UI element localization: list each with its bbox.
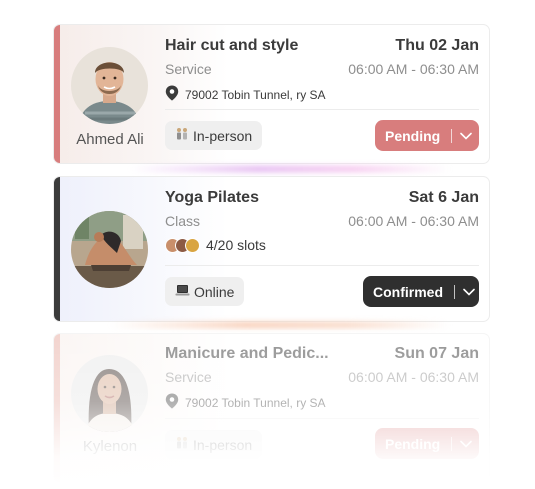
booking-date: Sun 07 Jan bbox=[394, 345, 479, 362]
booking-title: Yoga Pilates bbox=[165, 189, 259, 206]
chevron-down-icon[interactable] bbox=[462, 276, 479, 307]
card-glow bbox=[110, 322, 450, 328]
chevron-down-icon[interactable] bbox=[460, 428, 479, 459]
class-image bbox=[71, 211, 148, 288]
booking-time: 06:00 AM - 06:30 AM bbox=[348, 61, 479, 77]
booking-title: Manicure and Pedic... bbox=[165, 345, 329, 362]
mode-chip: In-person bbox=[165, 430, 263, 459]
booking-title: Hair cut and style bbox=[165, 37, 299, 54]
location-pin-icon bbox=[165, 393, 179, 412]
booking-date: Sat 6 Jan bbox=[408, 189, 479, 206]
status-dropdown[interactable]: Pending bbox=[375, 120, 479, 151]
person-name: Ahmed Ali bbox=[76, 131, 144, 148]
booking-type: Service bbox=[165, 61, 212, 77]
status-accent-bar bbox=[54, 177, 60, 321]
slots-count: 4/20 slots bbox=[206, 237, 266, 253]
attendee-avatar bbox=[185, 237, 200, 253]
booking-type: Service bbox=[165, 369, 212, 385]
status-separator bbox=[451, 128, 453, 143]
booking-date: Thu 02 Jan bbox=[395, 37, 479, 54]
location-pin-icon bbox=[165, 85, 179, 104]
card-glow bbox=[130, 166, 450, 172]
status-label: Confirmed bbox=[373, 283, 443, 300]
divider bbox=[165, 265, 479, 266]
booking-address: 79002 Tobin Tunnel, ry SA bbox=[165, 393, 326, 412]
attendee-avatars bbox=[165, 237, 200, 253]
booking-type: Class bbox=[165, 213, 201, 229]
booking-card-hair-cut[interactable]: Ahmed Ali Hair cut and style Thu 02 Jan … bbox=[53, 24, 490, 164]
slots-row: 4/20 slots bbox=[165, 237, 266, 253]
booking-card-yoga[interactable]: Yoga Pilates Sat 6 Jan Class 06:00 AM - … bbox=[53, 176, 490, 322]
avatar bbox=[71, 47, 148, 124]
address-text: 79002 Tobin Tunnel, ry SA bbox=[185, 87, 326, 102]
booking-time: 06:00 AM - 06:30 AM bbox=[348, 213, 479, 229]
address-text: 79002 Tobin Tunnel, ry SA bbox=[185, 395, 326, 410]
mode-label: In-person bbox=[193, 127, 253, 144]
booking-address: 79002 Tobin Tunnel, ry SA bbox=[165, 85, 326, 104]
status-dropdown[interactable]: Pending bbox=[375, 428, 479, 459]
person-name: Kylenon bbox=[82, 438, 138, 455]
mode-chip: In-person bbox=[165, 121, 263, 150]
status-accent-bar bbox=[54, 334, 60, 482]
divider bbox=[165, 109, 479, 110]
avatar bbox=[71, 355, 148, 432]
people-icon bbox=[175, 436, 189, 453]
laptop-icon bbox=[175, 284, 190, 300]
mode-chip: Online bbox=[165, 277, 245, 306]
status-label: Pending bbox=[385, 127, 441, 144]
booking-time: 06:00 AM - 06:30 AM bbox=[348, 369, 479, 385]
status-separator bbox=[451, 436, 453, 451]
mode-label: Online bbox=[194, 283, 235, 300]
status-label: Pending bbox=[385, 435, 441, 452]
status-separator bbox=[454, 284, 455, 299]
booking-card-manicure[interactable]: Kylenon Manicure and Pedic... Sun 07 Jan… bbox=[53, 333, 490, 483]
divider bbox=[165, 418, 479, 419]
status-accent-bar bbox=[54, 25, 60, 163]
status-dropdown[interactable]: Confirmed bbox=[363, 276, 479, 307]
booking-list: Ahmed Ali Hair cut and style Thu 02 Jan … bbox=[0, 0, 535, 489]
people-icon bbox=[175, 127, 189, 144]
mode-label: In-person bbox=[193, 436, 253, 453]
chevron-down-icon[interactable] bbox=[460, 120, 479, 151]
